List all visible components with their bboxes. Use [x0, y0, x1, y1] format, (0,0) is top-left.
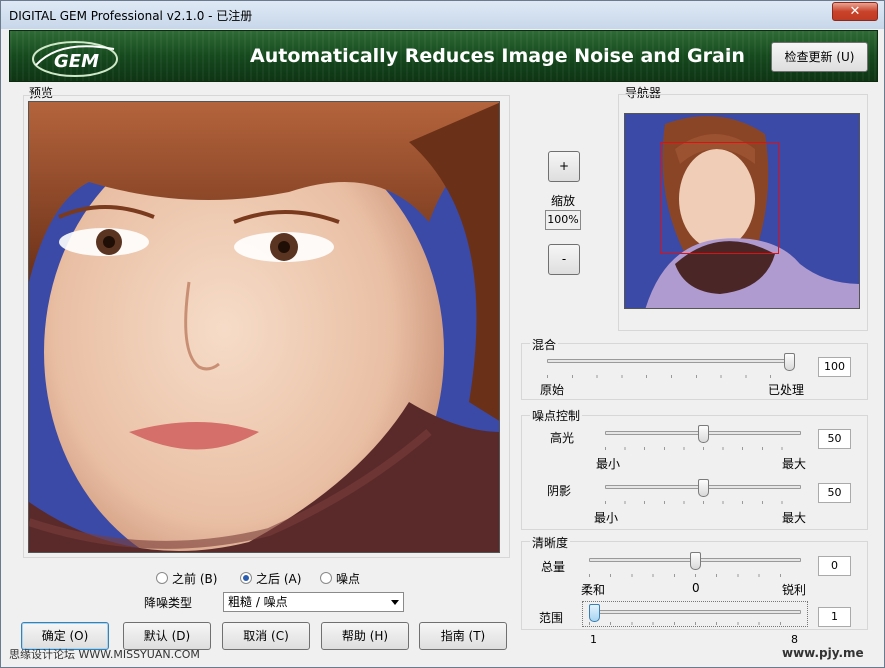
noise-label: 噪点控制 — [530, 407, 583, 424]
highlight-label: 高光 — [550, 431, 575, 445]
cancel-button[interactable]: 取消 (C) — [222, 622, 310, 650]
amount-min-label: 柔和 — [581, 583, 606, 597]
banner: GEM Automatically Reduces Image Noise an… — [9, 30, 878, 82]
watermark-right: www.pjy.me — [782, 646, 864, 660]
denoise-type-select[interactable]: 粗糙 / 噪点 — [223, 592, 404, 612]
zoom-out-button[interactable]: - — [548, 244, 580, 275]
shadow-slider-thumb[interactable] — [697, 479, 709, 497]
blend-value[interactable]: 100 — [818, 357, 851, 377]
chevron-down-icon[interactable] — [391, 600, 399, 605]
zoom-in-button[interactable]: + — [548, 151, 580, 182]
radius-slider-thumb[interactable] — [589, 604, 600, 622]
radius-value[interactable]: 1 — [818, 607, 851, 627]
blend-max-label: 已处理 — [768, 383, 805, 397]
amount-mid-label: 0 — [692, 581, 700, 595]
view-noise-label[interactable]: 噪点 — [336, 570, 360, 587]
shadow-min-label: 最小 — [594, 511, 619, 525]
amount-ticks — [589, 574, 801, 577]
view-after-radio[interactable] — [240, 572, 252, 584]
radius-slider-track[interactable] — [589, 610, 801, 614]
blend-slider-thumb[interactable] — [784, 353, 795, 371]
help-button[interactable]: 帮助 (H) — [321, 622, 409, 650]
window-title: DIGITAL GEM Professional v2.1.0 - 已注册 — [9, 9, 253, 23]
logo-text: GEM — [54, 51, 99, 72]
sharpness-label: 清晰度 — [530, 534, 571, 551]
view-before-label[interactable]: 之前 (B) — [172, 570, 217, 587]
title-bar[interactable]: DIGITAL GEM Professional v2.1.0 - 已注册 ✕ — [1, 1, 884, 29]
view-before-radio[interactable] — [156, 572, 168, 584]
gem-logo: GEM — [32, 41, 118, 77]
radius-min-label: 1 — [590, 633, 597, 646]
close-button[interactable]: ✕ — [832, 2, 878, 21]
blend-ticks — [547, 375, 795, 378]
check-update-button[interactable]: 检查更新 (U) — [771, 42, 868, 72]
banner-tagline: Automatically Reduces Image Noise and Gr… — [250, 45, 745, 67]
shadow-max-label: 最大 — [782, 511, 807, 525]
blend-group — [521, 343, 868, 400]
view-noise-radio[interactable] — [320, 572, 332, 584]
zoom-value: 100% — [545, 210, 581, 230]
blend-label: 混合 — [530, 336, 559, 353]
preview-image[interactable] — [28, 101, 500, 553]
watermark-left: 思缘设计论坛 WWW.MISSYUAN.COM — [9, 648, 200, 661]
radius-label: 范围 — [539, 611, 564, 625]
denoise-type-label: 降噪类型 — [144, 596, 193, 610]
view-after-label[interactable]: 之后 (A) — [256, 570, 301, 587]
highlight-min-label: 最小 — [596, 457, 621, 471]
preview-photo — [29, 102, 499, 552]
amount-max-label: 锐利 — [782, 583, 807, 597]
blend-slider-track[interactable] — [547, 359, 795, 363]
highlight-max-label: 最大 — [782, 457, 807, 471]
shadow-label: 阴影 — [547, 484, 572, 498]
blend-min-label: 原始 — [540, 383, 565, 397]
amount-slider-thumb[interactable] — [689, 552, 701, 570]
navigator-viewport-box[interactable] — [660, 142, 779, 254]
navigator-image[interactable] — [624, 113, 860, 309]
amount-value[interactable]: 0 — [818, 556, 851, 576]
highlight-ticks — [605, 447, 801, 450]
highlight-slider-thumb[interactable] — [697, 425, 709, 443]
radius-ticks — [589, 622, 801, 625]
amount-label: 总量 — [541, 560, 566, 574]
denoise-type-value: 粗糙 / 噪点 — [228, 595, 288, 609]
highlight-value[interactable]: 50 — [818, 429, 851, 449]
main-window: DIGITAL GEM Professional v2.1.0 - 已注册 ✕ … — [0, 0, 885, 668]
radius-max-label: 8 — [791, 633, 798, 646]
shadow-value[interactable]: 50 — [818, 483, 851, 503]
guide-button[interactable]: 指南 (T) — [419, 622, 507, 650]
shadow-ticks — [605, 501, 801, 504]
zoom-label: 缩放 — [551, 194, 576, 208]
